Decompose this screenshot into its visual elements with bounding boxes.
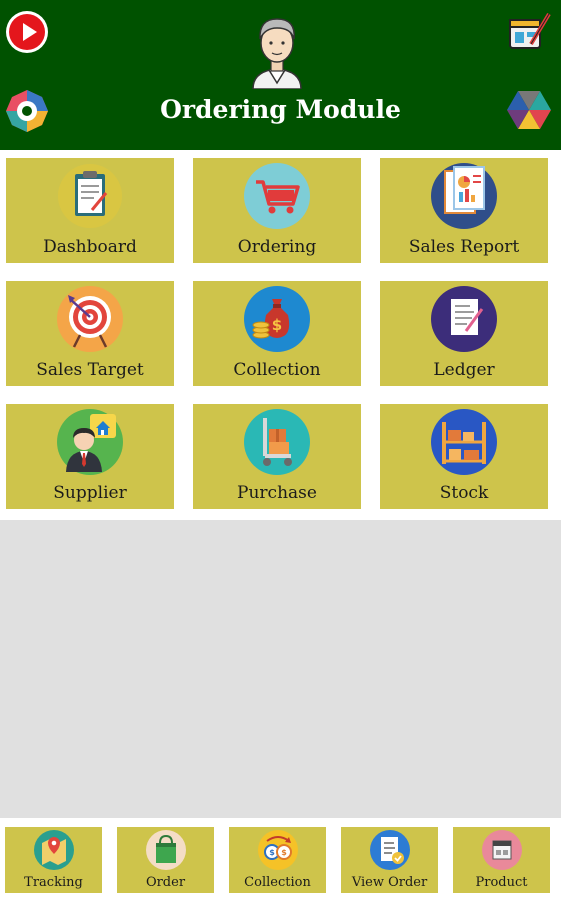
clipboard-icon: [58, 164, 122, 228]
bottom-nav-tracking[interactable]: Tracking: [5, 827, 102, 893]
page-title: Ordering Module: [160, 95, 401, 124]
module-label: Ledger: [433, 360, 495, 380]
module-label: Purchase: [237, 483, 317, 503]
bottom-nav-label: Product: [475, 875, 528, 890]
module-tile-sales-report[interactable]: Sales Report: [380, 158, 548, 263]
purchase-trolley-icon: [244, 409, 310, 475]
module-label: Stock: [439, 483, 489, 503]
svg-text:$: $: [272, 316, 282, 334]
module-tile-collection[interactable]: $ Collection: [193, 281, 361, 386]
module-tile-stock[interactable]: Stock: [380, 404, 548, 509]
shopping-cart-icon: [244, 163, 310, 229]
youtube-play-icon[interactable]: [6, 11, 48, 53]
bottom-nav-label: View Order: [351, 875, 428, 890]
bottom-nav-label: Tracking: [24, 875, 83, 890]
module-tile-ledger[interactable]: Ledger: [380, 281, 548, 386]
module-label: Collection: [233, 360, 321, 380]
module-tile-purchase[interactable]: Purchase: [193, 404, 361, 509]
order-list-icon: [370, 830, 410, 870]
module-label: Sales Target: [36, 360, 144, 380]
app-header: Ordering Module: [0, 0, 561, 150]
coins-icon: $ $: [258, 830, 298, 870]
module-grid: Dashboard Ordering Sales Report Sales Ta…: [0, 150, 561, 520]
ledger-icon: [431, 286, 497, 352]
bottom-nav-label: Collection: [244, 875, 311, 890]
money-bag-icon: $: [244, 286, 310, 352]
product-icon: [482, 830, 522, 870]
module-tile-dashboard[interactable]: Dashboard: [6, 158, 174, 263]
bottom-nav-view-order[interactable]: View Order: [341, 827, 438, 893]
module-label: Sales Report: [408, 237, 520, 257]
stock-shelf-icon: [431, 409, 497, 475]
bottom-nav-label: Order: [145, 875, 186, 890]
map-tracking-icon: [34, 830, 74, 870]
svg-text:$: $: [281, 848, 287, 857]
module-label: Supplier: [53, 483, 127, 503]
module-label: Ordering: [237, 237, 317, 257]
svg-text:$: $: [269, 848, 275, 857]
user-avatar[interactable]: [247, 13, 307, 89]
bottom-nav: Tracking Order $ $ Collection View Order…: [0, 818, 561, 900]
module-tile-supplier[interactable]: Supplier: [6, 404, 174, 509]
module-tile-sales-target[interactable]: Sales Target: [6, 281, 174, 386]
module-label: Dashboard: [43, 237, 137, 257]
bottom-nav-order[interactable]: Order: [117, 827, 214, 893]
module-tile-ordering[interactable]: Ordering: [193, 158, 361, 263]
target-icon: [57, 286, 123, 352]
edit-icon[interactable]: [507, 11, 551, 51]
supplier-icon: [57, 409, 123, 475]
bottom-nav-collection[interactable]: $ $ Collection: [229, 827, 326, 893]
shopping-bag-icon: [146, 830, 186, 870]
report-icon: [431, 163, 497, 229]
bottom-nav-product[interactable]: Product: [453, 827, 550, 893]
